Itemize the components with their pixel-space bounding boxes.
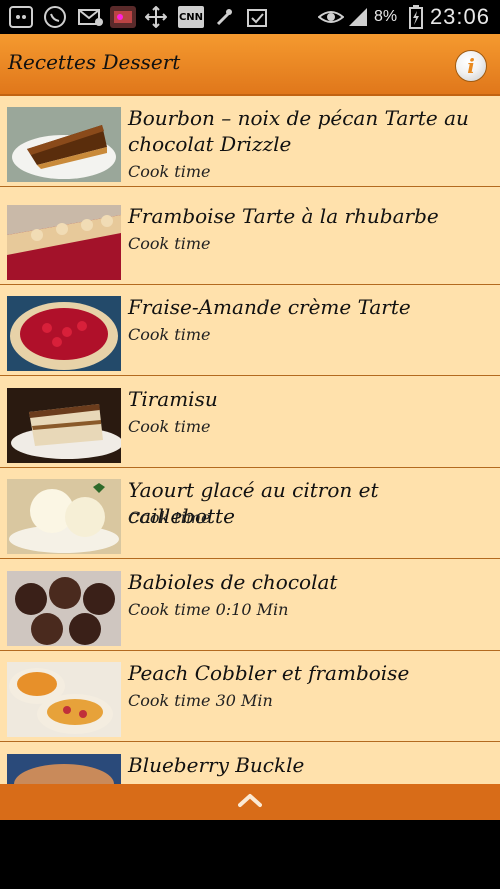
recipe-cook-time: Cook time: [128, 162, 211, 181]
list-item[interactable]: Framboise Tarte à la rhubarbe Cook time: [0, 194, 500, 285]
recipe-thumbnail: [7, 107, 121, 182]
recipe-thumbnail: [7, 388, 121, 463]
list-item[interactable]: Bourbon – noix de pécan Tarte au chocola…: [0, 96, 500, 187]
info-icon: i: [467, 54, 475, 78]
status-bar: CNN 8% 23:06: [0, 0, 500, 34]
signal-icon: [346, 6, 370, 28]
list-item[interactable]: Blueberry Buckle: [0, 743, 500, 784]
list-item[interactable]: Fraise-Amande crème Tarte Cook time: [0, 285, 500, 376]
recipe-cook-time: Cook time 0:10 Min: [128, 600, 289, 619]
chevron-up-icon[interactable]: [238, 792, 262, 808]
battery-percent: 8%: [374, 8, 398, 25]
photo-thumb-icon: [110, 6, 136, 28]
recipe-cook-time: Cook time: [128, 234, 211, 253]
recipe-cook-time: Cook time: [128, 508, 211, 527]
bbm-icon: [9, 6, 33, 28]
sms-icon: [78, 6, 104, 28]
clock: 23:06: [429, 4, 490, 29]
recipe-title: Fraise-Amande crème Tarte: [128, 295, 411, 319]
app-bar: Recettes Dessert i: [0, 34, 500, 96]
recipe-cook-time: Cook time: [128, 325, 211, 344]
list-item[interactable]: Peach Cobbler et framboise Cook time 30 …: [0, 651, 500, 742]
bottom-bar: [0, 784, 500, 820]
list-item[interactable]: Tiramisu Cook time: [0, 377, 500, 468]
whatsapp-icon: [42, 6, 68, 28]
recipe-cook-time: Cook time: [128, 417, 211, 436]
info-button[interactable]: i: [455, 50, 487, 82]
cnn-icon: CNN: [178, 6, 204, 28]
system-nav-area: [0, 820, 500, 889]
recipe-list[interactable]: Bourbon – noix de pécan Tarte au chocola…: [0, 96, 500, 784]
recipe-title: Framboise Tarte à la rhubarbe: [128, 204, 439, 228]
move-icon: [144, 6, 168, 28]
list-item[interactable]: Babioles de chocolat Cook time 0:10 Min: [0, 560, 500, 651]
recipe-thumbnail: [7, 296, 121, 371]
recipe-title: Babioles de chocolat: [128, 570, 338, 594]
battery-icon: [408, 5, 424, 29]
recipe-thumbnail: [7, 205, 121, 280]
recipe-title: Peach Cobbler et framboise: [128, 661, 410, 685]
recipe-cook-time: Cook time 30 Min: [128, 691, 273, 710]
recipe-thumbnail: [7, 754, 121, 784]
recipe-thumbnail: [7, 479, 121, 554]
app-title: Recettes Dessert: [8, 50, 181, 74]
usb-icon: [212, 6, 236, 28]
clipboard-check-icon: [244, 6, 270, 28]
recipe-title: Bourbon – noix de pécan Tarte au chocola…: [128, 106, 469, 156]
eye-icon: [318, 6, 344, 28]
recipe-thumbnail: [7, 571, 121, 646]
recipe-thumbnail: [7, 662, 121, 737]
list-item[interactable]: Yaourt glacé au citron et caillebotte Co…: [0, 468, 500, 559]
recipe-title: Blueberry Buckle: [128, 753, 305, 777]
recipe-title: Tiramisu: [128, 387, 218, 411]
